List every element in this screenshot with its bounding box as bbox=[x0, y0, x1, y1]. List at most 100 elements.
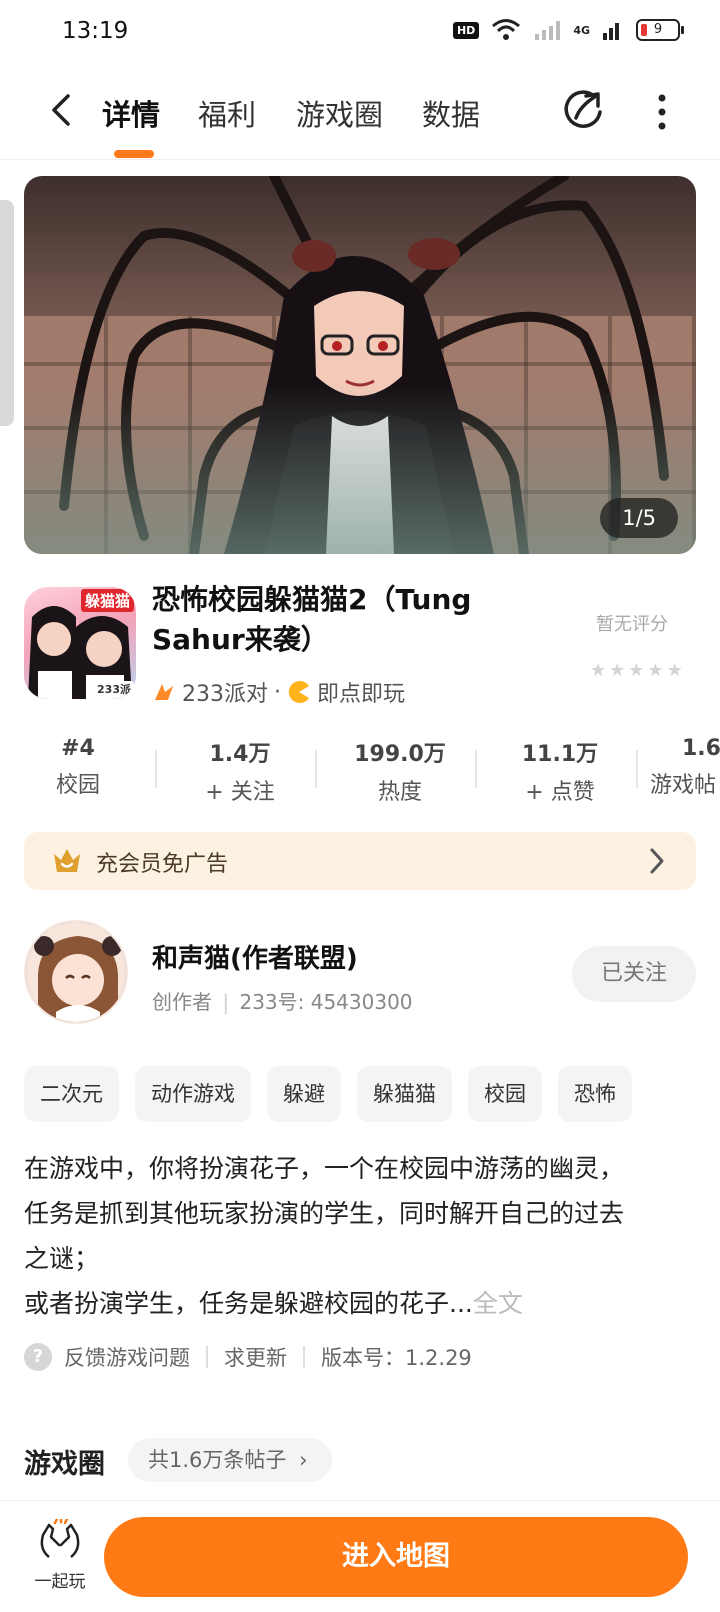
feedback-row: ? 反馈游戏问题 求更新 版本号：1.2.29 bbox=[24, 1342, 472, 1372]
status-icons: HD 4G 9 bbox=[452, 18, 684, 42]
stat-label: + 点赞 bbox=[525, 780, 595, 805]
version-label: 版本号：1.2.29 bbox=[321, 1346, 472, 1370]
game-circle-posts-badge[interactable]: 共1.6万条帖子 › bbox=[128, 1438, 332, 1482]
stat-posts[interactable]: 1.6 游戏帖 bbox=[650, 736, 720, 799]
tag-chip[interactable]: 躲猫猫 bbox=[357, 1066, 452, 1122]
tab-game-circle[interactable]: 游戏圈 bbox=[296, 92, 383, 134]
stat-value: #4 bbox=[61, 736, 95, 761]
star-icon: ★ bbox=[590, 660, 607, 681]
follow-button[interactable]: 已关注 bbox=[572, 946, 696, 1002]
star-icon: ★ bbox=[647, 660, 664, 681]
request-update-link[interactable]: 求更新 bbox=[224, 1342, 287, 1372]
game-icon-tag: 躲猫猫 bbox=[80, 589, 134, 612]
rating-text: 暂无评分 bbox=[596, 614, 668, 635]
author-id: 233号: 45430300 bbox=[239, 990, 413, 1014]
description-line: 或者扮演学生，任务是躲避校园的花子...全文 bbox=[24, 1281, 696, 1326]
crown-icon bbox=[54, 849, 80, 872]
back-arrow-icon[interactable] bbox=[42, 90, 82, 130]
top-nav: 详情 福利 游戏圈 数据 bbox=[0, 66, 720, 160]
status-time: 13:19 bbox=[62, 18, 129, 44]
play-type: 即点即玩 bbox=[317, 682, 406, 707]
game-stats: #4 校园 1.4万 + 关注 199.0万 热度 11.1万 + 点赞 1.6… bbox=[0, 736, 720, 806]
feedback-link[interactable]: 反馈游戏问题 bbox=[64, 1342, 190, 1372]
feedback-divider bbox=[303, 1346, 305, 1368]
vip-label: 充会员免广告 bbox=[96, 852, 229, 877]
tag-chip[interactable]: 躲避 bbox=[267, 1066, 341, 1122]
game-icon-publisher-tag: 233派 bbox=[94, 681, 134, 697]
author-sub-divider: | bbox=[222, 990, 230, 1014]
game-description: 在游戏中，你将扮演花子，一个在校园中游荡的幽灵， 任务是抓到其他玩家扮演的学生，… bbox=[24, 1146, 696, 1326]
share-icon[interactable] bbox=[562, 88, 606, 132]
more-options-icon[interactable] bbox=[652, 94, 672, 130]
signal-weak-icon bbox=[535, 21, 561, 40]
game-title: 恐怖校园躲猫猫2（Tung Sahur来袭） bbox=[152, 583, 472, 656]
game-meta: 233派对 · 即点即玩 bbox=[152, 676, 405, 708]
chevron-right-icon: › bbox=[299, 1448, 308, 1472]
game-app-icon: 躲猫猫 233派 bbox=[24, 587, 136, 699]
stat-rank[interactable]: #4 校园 bbox=[8, 736, 148, 799]
tag-chip[interactable]: 恐怖 bbox=[558, 1066, 632, 1122]
developer-logo-icon bbox=[155, 684, 173, 700]
star-icon: ★ bbox=[666, 660, 683, 681]
stat-label: 游戏帖 bbox=[650, 773, 717, 798]
stat-label: 校园 bbox=[55, 773, 100, 798]
feedback-divider bbox=[206, 1346, 208, 1368]
stat-follow[interactable]: 1.4万 + 关注 bbox=[170, 736, 310, 806]
instant-play-icon bbox=[288, 681, 309, 703]
stat-divider bbox=[155, 750, 157, 788]
stat-divider bbox=[315, 750, 317, 788]
tab-benefits[interactable]: 福利 bbox=[198, 92, 256, 134]
tab-data[interactable]: 数据 bbox=[422, 92, 480, 134]
meta-dot: · bbox=[274, 679, 281, 705]
banner-fog bbox=[24, 384, 696, 554]
bottom-action-bar: 一起玩 进入地图 bbox=[0, 1500, 720, 1612]
author-avatar[interactable] bbox=[24, 920, 128, 1024]
rating-stars: ★ ★ ★ ★ ★ bbox=[590, 660, 683, 681]
signal-icon bbox=[603, 23, 619, 40]
star-icon: ★ bbox=[609, 660, 626, 681]
stat-popularity: 199.0万 热度 bbox=[330, 736, 470, 806]
description-line: 在游戏中，你将扮演花子，一个在校园中游荡的幽灵， bbox=[24, 1154, 625, 1183]
stat-label: + 关注 bbox=[205, 780, 275, 805]
chevron-right-icon bbox=[650, 848, 664, 874]
stat-value: 1.4万 bbox=[209, 742, 271, 767]
game-circle-title: 游戏圈 bbox=[24, 1449, 105, 1480]
author-subtitle: 创作者 | 233号: 45430300 bbox=[152, 986, 413, 1015]
tag-chip[interactable]: 二次元 bbox=[24, 1066, 119, 1122]
hd-icon: HD bbox=[452, 21, 480, 39]
author-name[interactable]: 和声猫(作者联盟) bbox=[152, 938, 358, 975]
battery-icon: 9 bbox=[636, 19, 684, 41]
play-together-button[interactable]: 一起玩 bbox=[30, 1516, 90, 1592]
carousel-counter: 1/5 bbox=[600, 498, 678, 538]
tab-details[interactable]: 详情 bbox=[102, 92, 160, 134]
vip-ad-free-banner[interactable]: 充会员免广告 bbox=[24, 832, 696, 890]
battery-level: 9 bbox=[653, 22, 663, 37]
description-line: 之谜； bbox=[24, 1244, 100, 1273]
play-together-label: 一起玩 bbox=[34, 1572, 86, 1592]
stat-divider bbox=[636, 750, 638, 788]
status-bar: 13:19 HD 4G 9 bbox=[0, 0, 720, 66]
game-tags: 二次元 动作游戏 躲避 躲猫猫 校园 恐怖 bbox=[24, 1066, 632, 1122]
description-text: 或者扮演学生，任务是躲避校园的花子... bbox=[24, 1289, 473, 1318]
network-type-label: 4G bbox=[573, 23, 590, 37]
stat-label: 热度 bbox=[377, 780, 422, 805]
enter-map-button[interactable]: 进入地图 bbox=[104, 1517, 688, 1597]
active-tab-indicator bbox=[114, 150, 154, 158]
stat-like[interactable]: 11.1万 + 点赞 bbox=[490, 736, 630, 806]
question-icon: ? bbox=[24, 1343, 52, 1371]
tag-chip[interactable]: 校园 bbox=[468, 1066, 542, 1122]
stat-value: 199.0万 bbox=[354, 742, 446, 767]
tag-chip[interactable]: 动作游戏 bbox=[135, 1066, 251, 1122]
avatar-image bbox=[26, 922, 126, 1022]
developer-name[interactable]: 233派对 bbox=[182, 676, 268, 708]
screenshot-carousel[interactable]: 1/5 bbox=[24, 176, 696, 554]
stat-value: 11.1万 bbox=[521, 742, 599, 767]
wifi-icon bbox=[492, 19, 521, 40]
clap-hands-icon bbox=[40, 1516, 80, 1558]
star-icon: ★ bbox=[628, 660, 645, 681]
posts-count: 共1.6万条帖子 bbox=[148, 1448, 287, 1472]
read-more-link[interactable]: 全文 bbox=[473, 1289, 523, 1318]
side-drawer-handle[interactable] bbox=[0, 200, 14, 426]
stat-value: 1.6 bbox=[682, 736, 720, 761]
stat-divider bbox=[475, 750, 477, 788]
